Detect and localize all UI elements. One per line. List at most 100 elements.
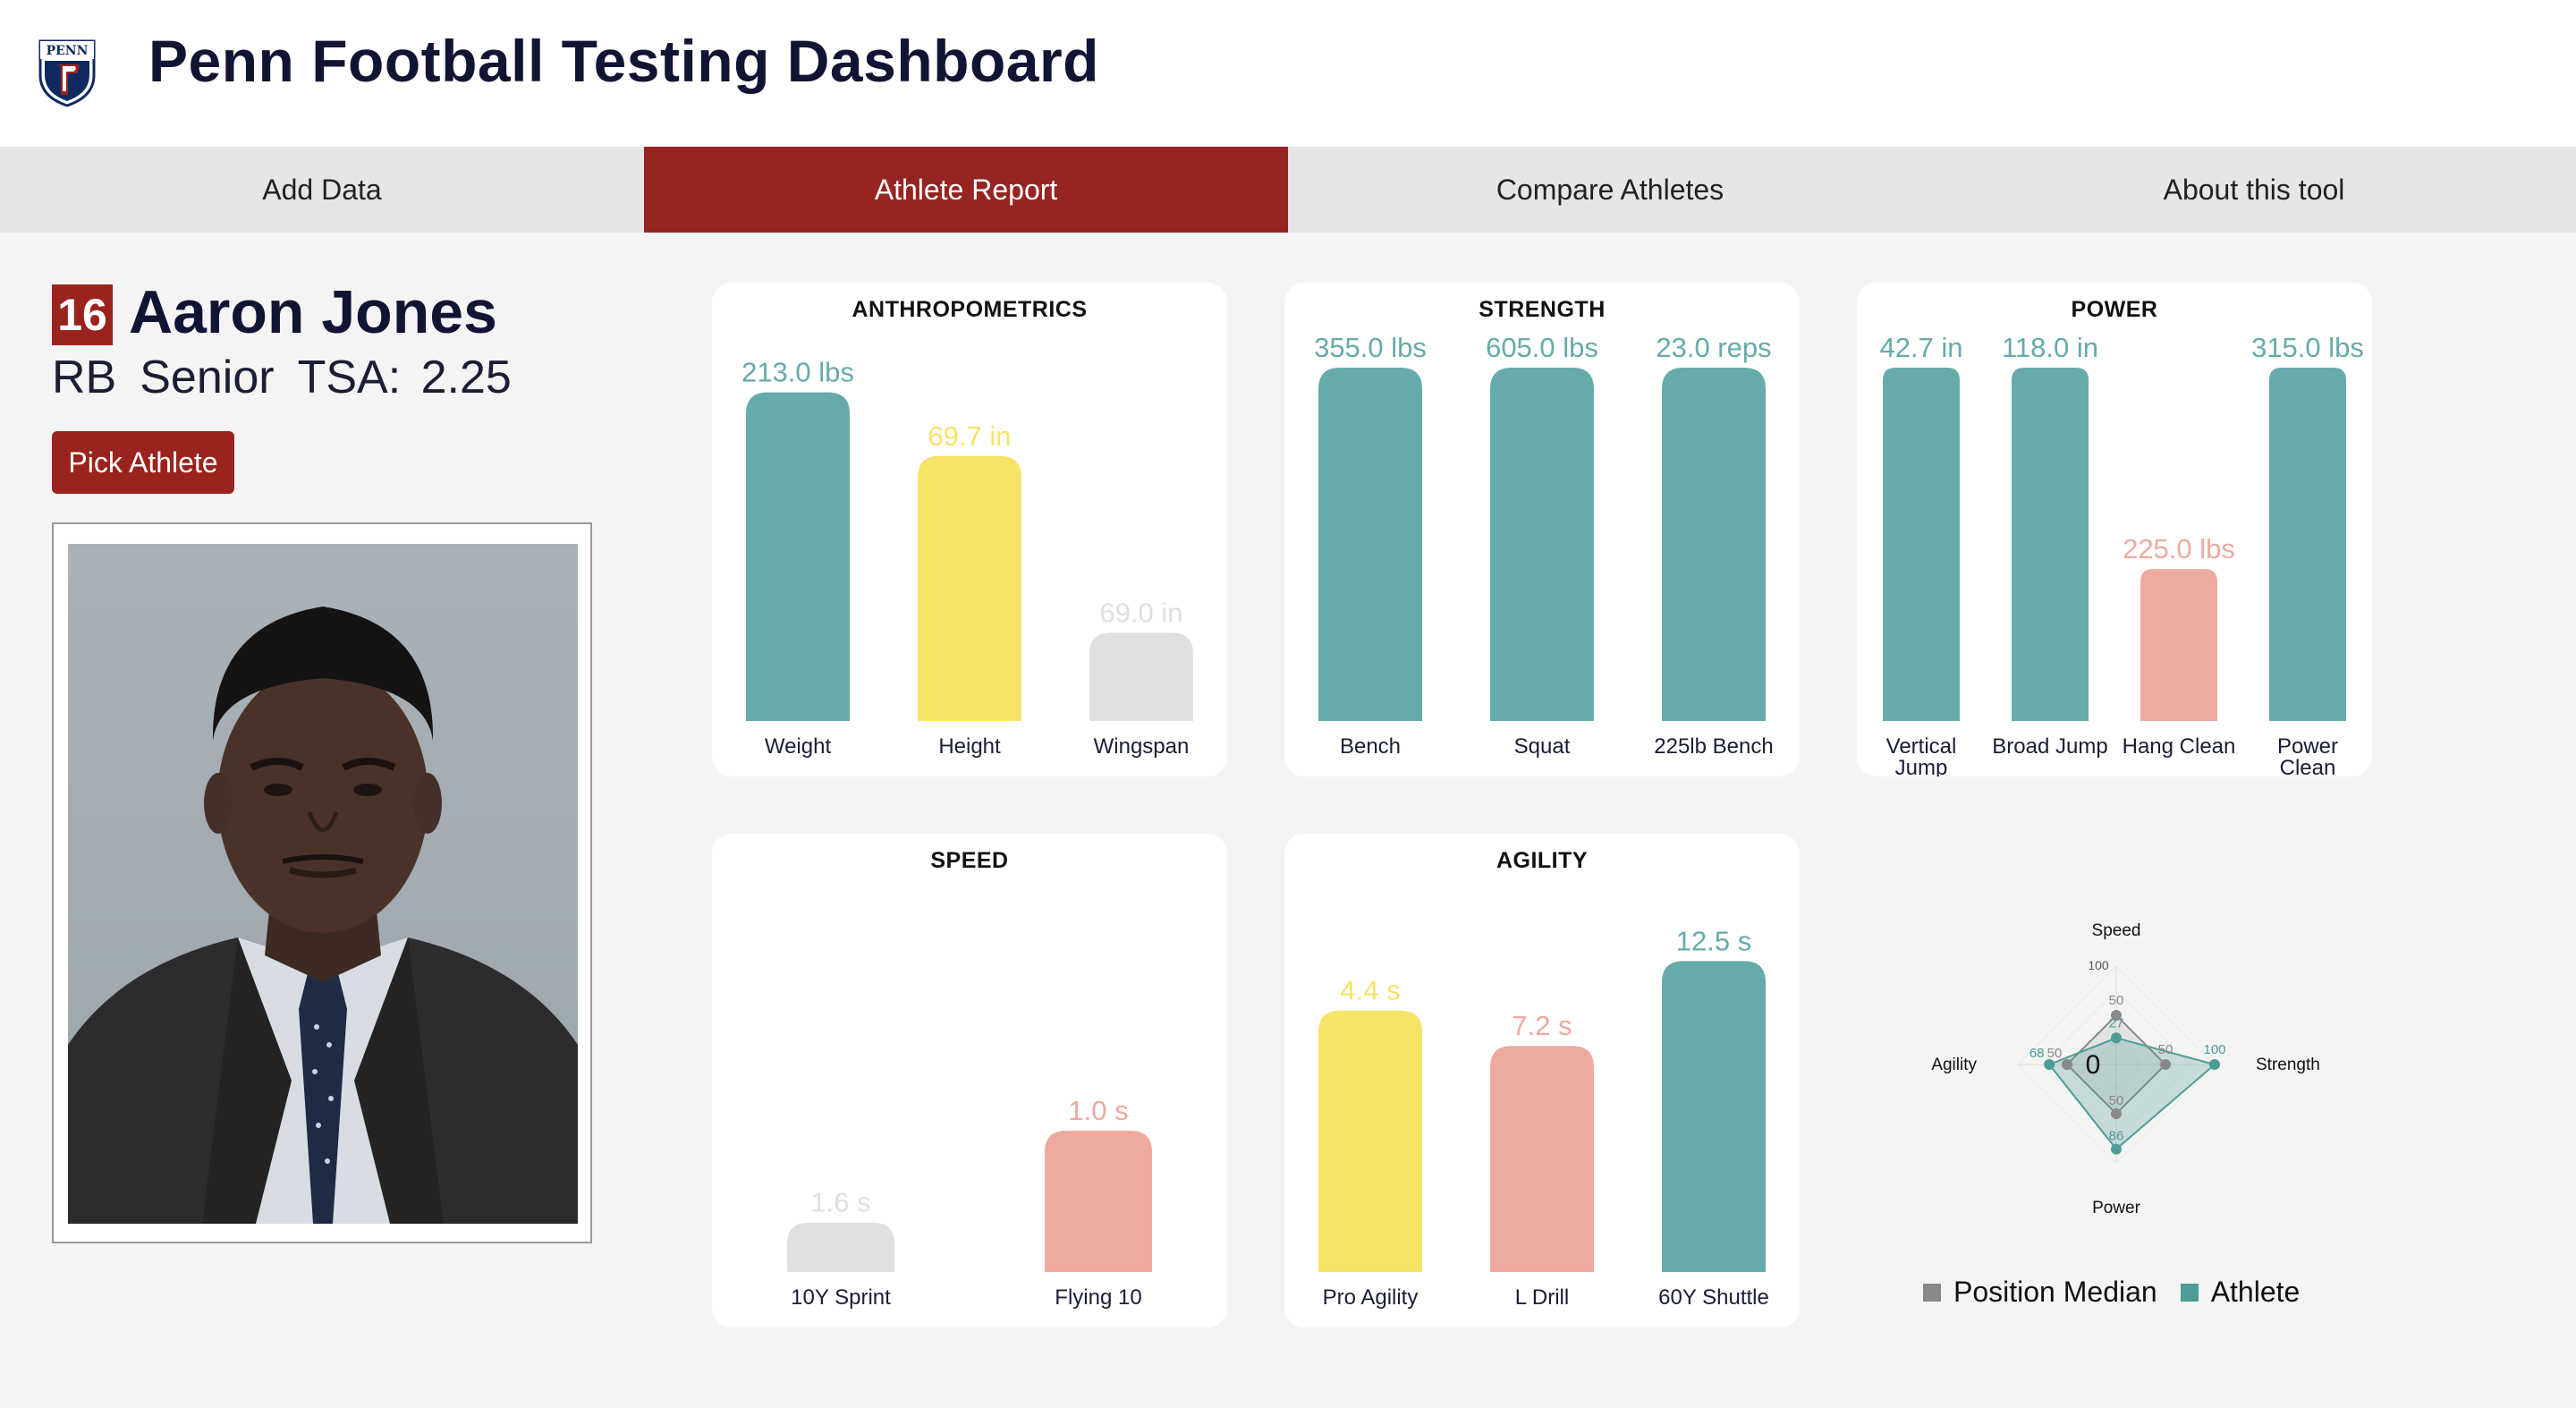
radar-point-athlete-agility[interactable] — [2044, 1059, 2055, 1070]
athlete-class-year: Senior — [140, 352, 275, 403]
category-label-pro-agility: Pro Agility — [1323, 1285, 1419, 1310]
legend-item-position-median[interactable]: Position Median — [1923, 1276, 2157, 1309]
athlete-photo — [68, 544, 578, 1224]
radar-value-label-position-median-speed: 50 — [2109, 993, 2124, 1008]
anthropometrics-chart: 213.0 lbs Weight 69.7 in Height 69.0 in Wings… — [741, 357, 1193, 759]
category-label-l-drill: L Drill — [1515, 1285, 1569, 1310]
category-label-60y-shuttle: 60Y Shuttle — [1658, 1285, 1769, 1310]
bar-hang-clean[interactable] — [2140, 569, 2217, 721]
value-label-10y-sprint: 1.6 s — [810, 1187, 870, 1218]
legend-swatch-position-median — [1923, 1283, 1941, 1302]
radar-value-label-position-median-agility: 50 — [2047, 1046, 2063, 1061]
svg-text:PENN: PENN — [47, 44, 89, 58]
value-label-l-drill: 7.2 s — [1512, 1010, 1572, 1041]
radar-value-label-athlete-strength: 100 — [2203, 1042, 2225, 1057]
radar-axis-label-agility: Agility — [1931, 1056, 1977, 1074]
legend-item-athlete[interactable]: Athlete — [2180, 1276, 2301, 1309]
category-label-weight: Weight — [765, 734, 832, 759]
category-label-squat: Squat — [1514, 734, 1571, 759]
pick-athlete-button[interactable]: Pick Athlete — [52, 431, 234, 494]
bar-weight[interactable] — [746, 392, 850, 721]
radar-chart-container: 50 50 50 50 27 100 86 68 Speed Strength Power Agili… — [1857, 886, 2394, 1279]
strength-card: STRENGTH 355.0 lbs Bench 605.0 lbs Squat 23.… — [1284, 283, 1800, 776]
bar-l-drill[interactable] — [1490, 1046, 1594, 1272]
value-label-vertical-jump: 42.7 in — [1879, 332, 1962, 363]
tab-about-this-tool[interactable]: About this tool — [1932, 147, 2576, 233]
tab-add-data[interactable]: Add Data — [0, 147, 644, 233]
power-card: POWER 42.7 in Vertical Jump 118.0 in Broad J… — [1857, 283, 2372, 776]
category-label-vertical-jump: Jump — [1895, 756, 1948, 776]
radar-center-label: 0 — [2086, 1050, 2101, 1080]
penn-shield-logo-icon: PENN — [38, 39, 96, 107]
tab-athlete-report[interactable]: Athlete Report — [644, 147, 1288, 233]
athlete-position: RB — [52, 352, 117, 403]
bar-bench[interactable] — [1318, 368, 1422, 721]
power-chart: 42.7 in VerticalJump 118.0 in Broad Jump 225… — [1879, 332, 2364, 776]
bar-225lb-bench[interactable] — [1662, 368, 1766, 721]
category-label-flying-10: Flying 10 — [1055, 1285, 1141, 1310]
bar-power-clean[interactable] — [2269, 368, 2346, 721]
bar-height[interactable] — [918, 455, 1021, 721]
radar-axis-label-speed: Speed — [2092, 921, 2141, 940]
jersey-number-badge: 16 — [52, 284, 113, 345]
bar-broad-jump[interactable] — [2012, 368, 2089, 721]
radar-value-label-athlete-speed: 27 — [2109, 1015, 2124, 1031]
radar-chart: 50 50 50 50 27 100 86 68 Speed Strength Power Agili… — [1931, 921, 2320, 1217]
radar-point-position-median-agility[interactable] — [2062, 1059, 2072, 1070]
athlete-meta: RB Senior TSA: 2.25 — [52, 351, 535, 404]
bar-pro-agility[interactable] — [1318, 1010, 1422, 1272]
athlete-photo-frame — [52, 522, 592, 1243]
category-label-power-clean: Power — [2277, 734, 2338, 759]
bar-wingspan[interactable] — [1089, 632, 1193, 721]
category-label-power-clean: Clean — [2280, 756, 2336, 776]
category-label-wingspan: Wingspan — [1094, 734, 1190, 759]
radar-point-athlete-speed[interactable] — [2111, 1032, 2122, 1044]
category-label-vertical-jump: Vertical — [1886, 734, 1957, 759]
radar-value-label-position-median-power: 50 — [2109, 1093, 2124, 1108]
radar-point-athlete-strength[interactable] — [2209, 1059, 2220, 1070]
athlete-portrait-image — [68, 606, 578, 1224]
value-label-pro-agility: 4.4 s — [1340, 975, 1400, 1006]
value-label-bench: 355.0 lbs — [1314, 332, 1427, 363]
value-label-squat: 605.0 lbs — [1486, 332, 1598, 363]
value-label-power-clean: 315.0 lbs — [2251, 332, 2364, 363]
value-label-225lb-bench: 23.0 reps — [1656, 332, 1771, 363]
athlete-tsa: TSA: 2.25 — [297, 352, 512, 403]
tab-compare-athletes[interactable]: Compare Athletes — [1288, 147, 1932, 233]
bar-squat[interactable] — [1490, 368, 1594, 721]
bar-vertical-jump[interactable] — [1883, 368, 1960, 721]
radar-legend: Position Median Athlete — [1923, 1276, 2323, 1309]
radar-value-label-position-median-strength: 50 — [2158, 1042, 2174, 1057]
strength-chart: 355.0 lbs Bench 605.0 lbs Squat 23.0 reps 225… — [1314, 332, 1774, 759]
legend-swatch-athlete — [2180, 1283, 2199, 1302]
category-label-bench: Bench — [1340, 734, 1401, 759]
legend-label-position-median: Position Median — [1953, 1276, 2157, 1308]
value-label-60y-shuttle: 12.5 s — [1676, 925, 1751, 956]
radar-value-label-athlete-power: 86 — [2109, 1129, 2124, 1144]
radar-area-athlete[interactable] — [2047, 1037, 2217, 1151]
radar-value-label-athlete-agility: 68 — [2029, 1046, 2045, 1061]
radar-axis-label-strength: Strength — [2256, 1056, 2320, 1074]
speed-chart: 1.6 s 10Y Sprint 1.0 s Flying 10 — [787, 1095, 1152, 1310]
value-label-broad-jump: 118.0 in — [2002, 332, 2098, 363]
bar-flying-10[interactable] — [1045, 1131, 1152, 1272]
legend-label-athlete: Athlete — [2210, 1276, 2301, 1308]
category-label-hang-clean: Hang Clean — [2123, 734, 2236, 759]
radar-point-position-median-strength[interactable] — [2160, 1059, 2171, 1070]
radar-point-athlete-power[interactable] — [2111, 1143, 2122, 1155]
agility-chart: 4.4 s Pro Agility 7.2 s L Drill 12.5 s 60Y Sh… — [1318, 925, 1769, 1310]
category-label-225lb-bench: 225lb Bench — [1654, 734, 1773, 759]
app-title: Penn Football Testing Dashboard — [148, 28, 1099, 94]
main-nav: Add Data Athlete Report Compare Athletes… — [0, 147, 2576, 233]
category-label-height: Height — [938, 734, 1001, 759]
value-label-flying-10: 1.0 s — [1068, 1095, 1128, 1126]
radar-point-position-median-power[interactable] — [2111, 1108, 2122, 1119]
bar-10y-sprint[interactable] — [787, 1222, 894, 1272]
speed-card: SPEED 1.6 s 10Y Sprint 1.0 s Flying 10 — [712, 834, 1227, 1327]
value-label-height: 69.7 in — [928, 420, 1011, 452]
app-header: PENN Penn Football Testing Dashboard — [0, 0, 2576, 147]
bar-60y-shuttle[interactable] — [1662, 961, 1766, 1272]
radar-axis-label-power: Power — [2092, 1199, 2141, 1217]
agility-card: AGILITY 4.4 s Pro Agility 7.2 sL Drill 12.5… — [1284, 834, 1800, 1327]
category-label-broad-jump: Broad Jump — [1992, 734, 2107, 759]
